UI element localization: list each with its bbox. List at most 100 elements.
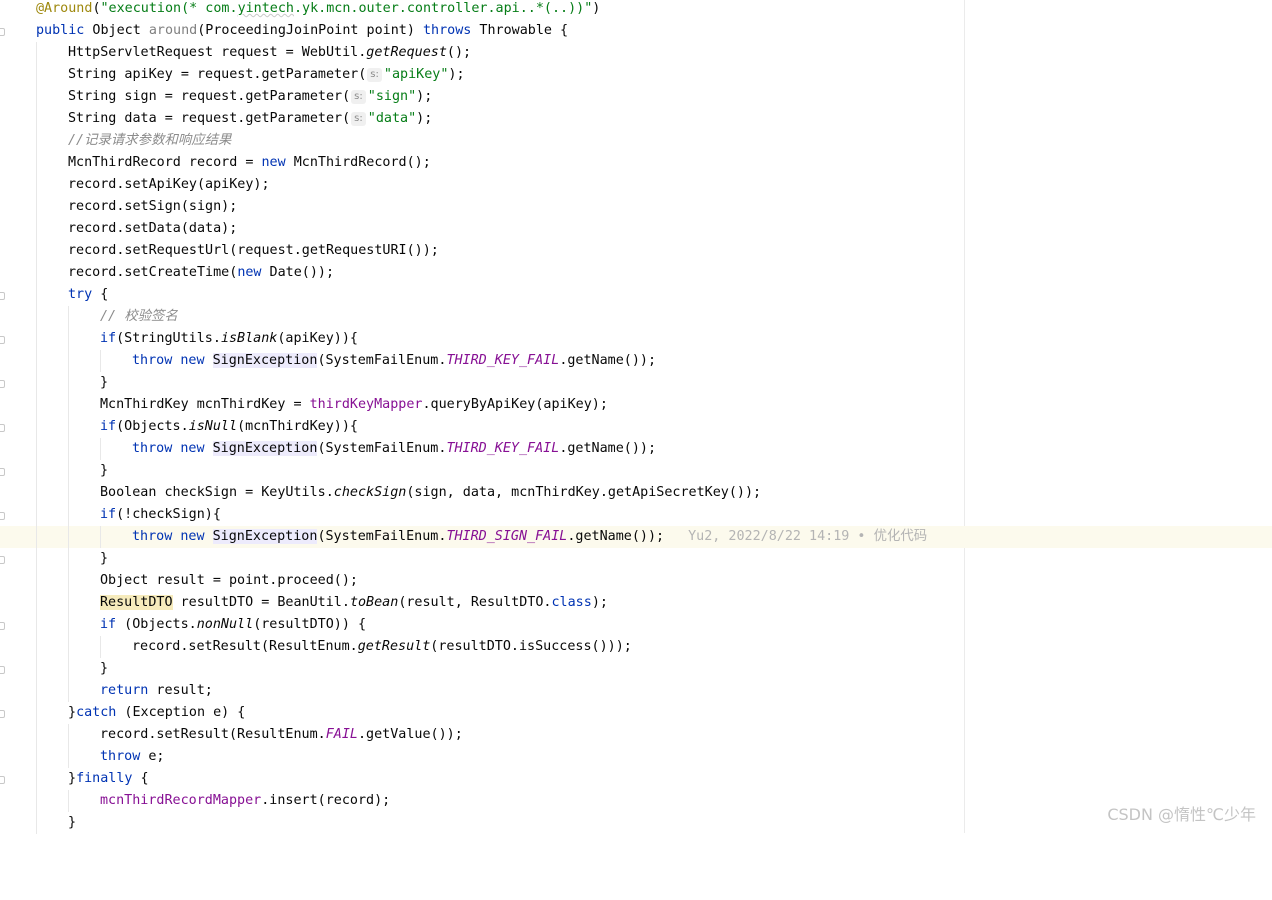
code-line[interactable]: try { — [0, 284, 1272, 306]
indent-guide — [68, 438, 69, 460]
keyword: catch — [76, 705, 117, 720]
code-line[interactable]: } — [0, 372, 1272, 394]
code-text: McnThirdKey mcnThirdKey = — [100, 397, 310, 412]
code-line[interactable]: } — [0, 460, 1272, 482]
code-text: result; — [148, 683, 213, 698]
code-line[interactable]: throw new SignException(SystemFailEnum.T… — [0, 350, 1272, 372]
code-text: McnThirdRecord record = — [68, 155, 262, 170]
keyword: throw — [132, 441, 173, 456]
code-line[interactable]: String sign = request.getParameter(s: "si… — [0, 86, 1272, 108]
keyword: if — [100, 419, 117, 434]
code-line[interactable]: McnThirdRecord record = new McnThirdReco… — [0, 152, 1272, 174]
code-line[interactable]: if(StringUtils.isBlank(apiKey)){ — [0, 328, 1272, 350]
code-editor[interactable]: @Around("execution(* com.yintech.yk.mcn.… — [0, 0, 1272, 834]
indent-guide — [68, 328, 69, 350]
code-line[interactable]: HttpServletRequest request = WebUtil.get… — [0, 42, 1272, 64]
parameter-hint: s: — [367, 68, 382, 82]
comment: // — [68, 133, 85, 148]
keyword: public — [36, 23, 85, 38]
code-line[interactable]: throw new SignException(SystemFailEnum.T… — [0, 438, 1272, 460]
current-code-line[interactable]: throw new SignException(SystemFailEnum.T… — [0, 526, 1272, 548]
fold-marker-icon[interactable] — [0, 28, 5, 36]
code-line[interactable]: String apiKey = request.getParameter(s: "… — [0, 64, 1272, 86]
fold-marker-icon[interactable] — [0, 424, 5, 432]
fold-marker-icon[interactable] — [0, 776, 5, 784]
code-text: } — [100, 551, 109, 566]
enum-constant: FAIL — [325, 727, 358, 742]
code-line[interactable]: if(!checkSign){ — [0, 504, 1272, 526]
code-line[interactable]: } — [0, 812, 1272, 834]
code-line[interactable]: // 校验签名 — [0, 306, 1272, 328]
code-line[interactable]: record.setResult(ResultEnum.FAIL.getValu… — [0, 724, 1272, 746]
keyword: throw — [132, 353, 173, 368]
indent-guide — [100, 526, 101, 548]
fold-marker-icon[interactable] — [0, 556, 5, 564]
code-line[interactable]: } — [0, 658, 1272, 680]
code-text: } — [68, 771, 77, 786]
code-line[interactable]: record.setApiKey(apiKey); — [0, 174, 1272, 196]
fold-marker-icon[interactable] — [0, 622, 5, 630]
code-line[interactable]: record.setData(data); — [0, 218, 1272, 240]
code-text: record.setData(data); — [68, 221, 238, 236]
code-line[interactable]: McnThirdKey mcnThirdKey = thirdKeyMapper… — [0, 394, 1272, 416]
code-line[interactable]: throw e; — [0, 746, 1272, 768]
fold-marker-icon[interactable] — [0, 380, 5, 388]
field-reference: mcnThirdRecordMapper — [100, 793, 262, 808]
code-line[interactable]: if(Objects.isNull(mcnThirdKey)){ — [0, 416, 1272, 438]
indent-guide — [36, 790, 37, 812]
indent-guide — [36, 526, 37, 548]
comment: // — [100, 309, 125, 324]
string-literal: "execution(* com. — [100, 1, 238, 16]
code-line[interactable]: String data = request.getParameter(s: "da… — [0, 108, 1272, 130]
code-text: ); — [448, 67, 465, 82]
code-text: ); — [416, 111, 433, 126]
code-line[interactable]: //记录请求参数和响应结果 — [0, 130, 1272, 152]
code-line[interactable]: return result; — [0, 680, 1272, 702]
class-reference: SignException — [212, 441, 318, 456]
string-literal: "data" — [367, 111, 417, 126]
code-text: ) — [592, 1, 601, 16]
indent-guide — [100, 350, 101, 372]
fold-marker-icon[interactable] — [0, 666, 5, 674]
indent-guide — [36, 724, 37, 746]
fold-marker-icon[interactable] — [0, 336, 5, 344]
indent-guide — [36, 108, 37, 130]
keyword: if — [100, 507, 117, 522]
fold-marker-icon[interactable] — [0, 710, 5, 718]
code-line[interactable]: } — [0, 548, 1272, 570]
fold-marker-icon[interactable] — [0, 468, 5, 476]
code-line[interactable]: record.setRequestUrl(request.getRequestU… — [0, 240, 1272, 262]
code-line[interactable]: record.setSign(sign); — [0, 196, 1272, 218]
keyword: throws — [422, 23, 472, 38]
code-text: record.setCreateTime( — [68, 265, 238, 280]
code-text: String data = request.getParameter( — [68, 111, 351, 126]
fold-marker-icon[interactable] — [0, 292, 5, 300]
code-line[interactable]: @Around("execution(* com.yintech.yk.mcn.… — [0, 0, 1272, 20]
comment: 校验签名 — [124, 309, 178, 324]
code-line[interactable]: }finally { — [0, 768, 1272, 790]
class-reference: SignException — [212, 529, 318, 544]
keyword: class — [551, 595, 592, 610]
static-call: toBean — [349, 595, 399, 610]
string-literal: .yk.mcn.outer.controller.api..*(..))" — [294, 1, 593, 16]
code-text: e; — [140, 749, 165, 764]
fold-marker-icon[interactable] — [0, 512, 5, 520]
code-text: .insert(record); — [261, 793, 391, 808]
inline-blame-annotation[interactable]: Yu2, 2022/8/22 14:19 • 优化代码 — [688, 529, 927, 544]
code-line[interactable]: ResultDTO resultDTO = BeanUtil.toBean(re… — [0, 592, 1272, 614]
code-line[interactable]: }catch (Exception e) { — [0, 702, 1272, 724]
code-line[interactable]: if (Objects.nonNull(resultDTO)) { — [0, 614, 1272, 636]
code-line[interactable]: mcnThirdRecordMapper.insert(record); — [0, 790, 1272, 812]
static-call: getRequest — [366, 45, 447, 60]
code-text: { — [132, 771, 149, 786]
code-text: (); — [446, 45, 472, 60]
code-line[interactable]: Object result = point.proceed(); — [0, 570, 1272, 592]
code-text: record.setResult(ResultEnum. — [132, 639, 358, 654]
indent-guide — [36, 64, 37, 86]
code-line[interactable]: record.setResult(ResultEnum.getResult(re… — [0, 636, 1272, 658]
code-line[interactable]: Boolean checkSign = KeyUtils.checkSign(s… — [0, 482, 1272, 504]
code-line[interactable]: public Object around(ProceedingJoinPoint… — [0, 20, 1272, 42]
code-line[interactable]: record.setCreateTime(new Date()); — [0, 262, 1272, 284]
code-text: } — [100, 463, 109, 478]
code-text: (sign, data, mcnThirdKey.getApiSecretKey… — [406, 485, 762, 500]
